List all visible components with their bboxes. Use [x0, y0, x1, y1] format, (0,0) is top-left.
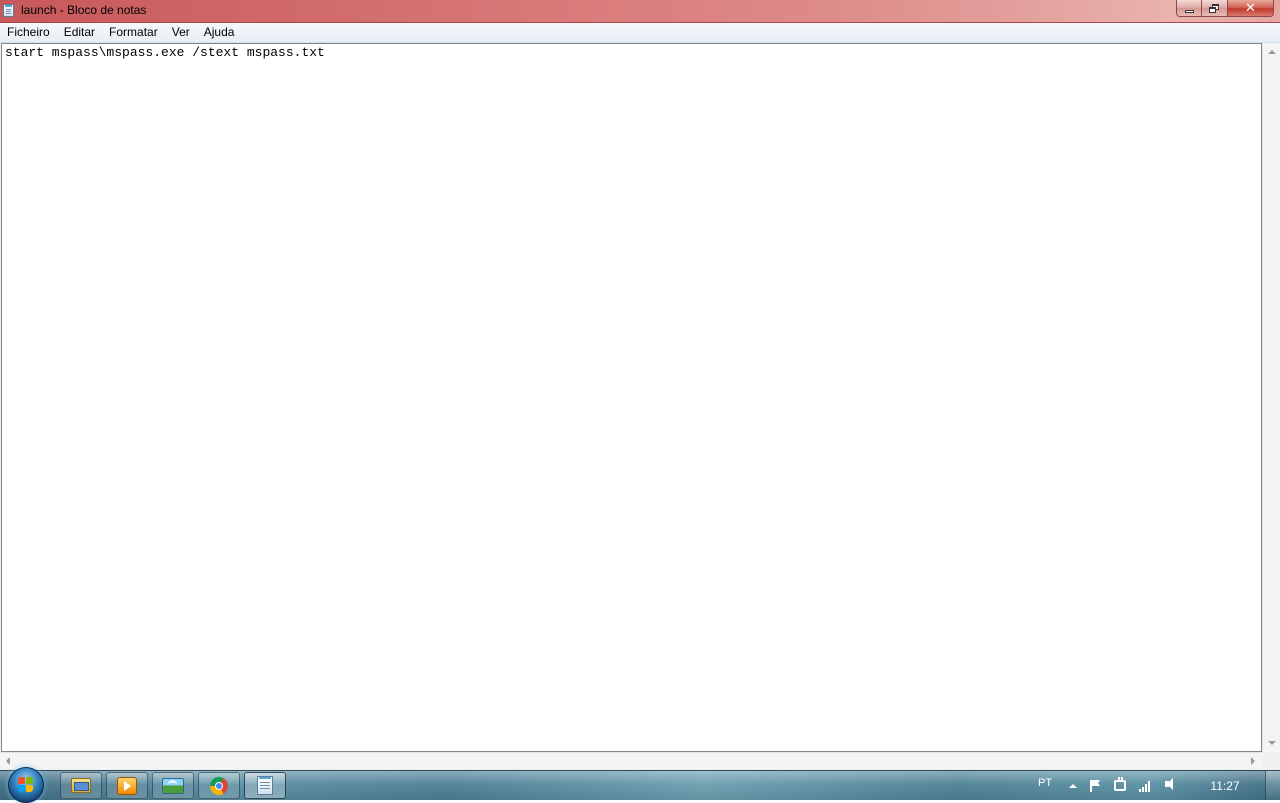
- notepad-window: launch - Bloco de notas ✕ Ficheiro Edita…: [0, 0, 1280, 770]
- language-indicator[interactable]: PT: [1038, 777, 1052, 789]
- notepad-icon[interactable]: [3, 4, 14, 17]
- menu-format[interactable]: Formatar: [102, 23, 165, 42]
- media-player-icon: [117, 776, 137, 795]
- notepad-icon: [257, 776, 273, 795]
- editor-content[interactable]: start mspass\mspass.exe /stext mspass.tx…: [5, 45, 325, 60]
- minimize-icon: [1184, 9, 1194, 13]
- menu-edit[interactable]: Editar: [57, 23, 102, 42]
- start-button[interactable]: [6, 767, 46, 803]
- taskbar-chrome-button[interactable]: [198, 772, 240, 799]
- scroll-left-arrow-icon[interactable]: [6, 757, 10, 765]
- taskbar: PT 11:27: [0, 767, 1280, 803]
- scroll-down-arrow-icon[interactable]: [1268, 741, 1276, 745]
- window-title: launch - Bloco de notas: [21, 3, 147, 17]
- show-hidden-icons-icon[interactable]: [1069, 784, 1077, 788]
- windows-logo-icon: [8, 767, 44, 803]
- clock[interactable]: 11:27: [1203, 779, 1247, 793]
- menu-help[interactable]: Ajuda: [197, 23, 242, 42]
- taskbar-notepad-button[interactable]: [244, 772, 286, 799]
- close-icon: ✕: [1245, 0, 1256, 15]
- menu-file[interactable]: Ficheiro: [0, 23, 57, 42]
- scroll-up-arrow-icon[interactable]: [1268, 50, 1276, 54]
- horizontal-scrollbar[interactable]: [0, 752, 1262, 769]
- scroll-right-arrow-icon[interactable]: [1251, 757, 1255, 765]
- taskbar-media-player-button[interactable]: [106, 772, 148, 799]
- vertical-scrollbar[interactable]: [1262, 43, 1280, 752]
- title-bar[interactable]: launch - Bloco de notas ✕: [0, 0, 1280, 23]
- caption-buttons: ✕: [1176, 0, 1274, 18]
- folder-icon: [71, 778, 91, 793]
- chrome-icon: [210, 776, 228, 795]
- menu-bar: Ficheiro Editar Formatar Ver Ajuda: [0, 23, 1280, 43]
- scroll-corner: [1262, 752, 1280, 769]
- close-button[interactable]: ✕: [1228, 0, 1274, 17]
- photo-gallery-icon: [162, 777, 184, 794]
- network-signal-icon[interactable]: [1139, 780, 1153, 792]
- menu-view[interactable]: Ver: [165, 23, 197, 42]
- taskbar-photo-gallery-button[interactable]: [152, 772, 194, 799]
- taskbar-explorer-button[interactable]: [60, 772, 102, 799]
- restore-button[interactable]: [1202, 0, 1228, 17]
- restore-icon: [1209, 3, 1220, 13]
- show-desktop-button[interactable]: [1265, 771, 1280, 800]
- power-icon[interactable]: [1114, 777, 1126, 791]
- volume-icon[interactable]: [1165, 778, 1173, 790]
- text-editor-area[interactable]: start mspass\mspass.exe /stext mspass.tx…: [1, 43, 1262, 752]
- action-center-flag-icon[interactable]: [1090, 780, 1092, 792]
- minimize-button[interactable]: [1176, 0, 1202, 17]
